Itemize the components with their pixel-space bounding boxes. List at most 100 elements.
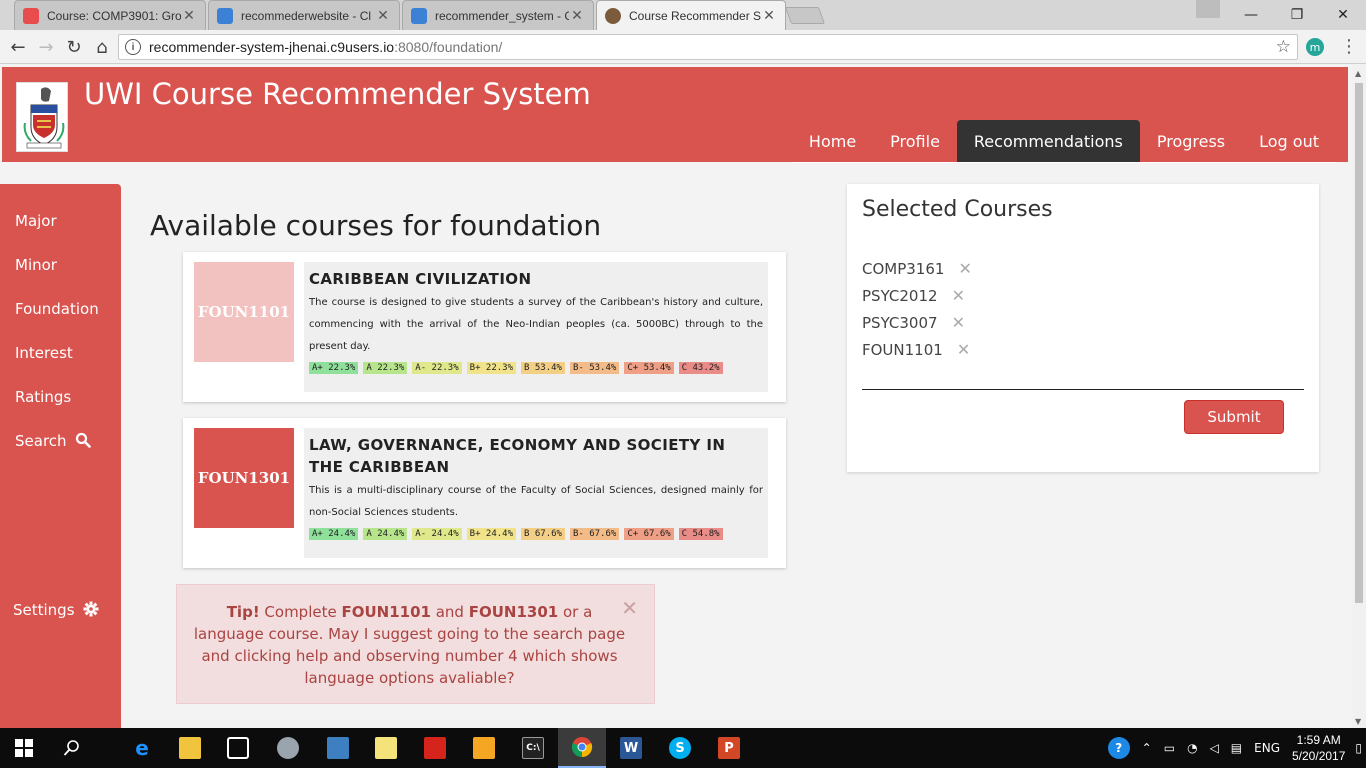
scrollbar-thumb[interactable] <box>1355 83 1363 603</box>
terminal-icon[interactable]: C:\ <box>509 728 557 768</box>
close-icon[interactable]: ✕ <box>621 597 638 619</box>
app-icon[interactable] <box>264 728 312 768</box>
acrobat-icon[interactable] <box>411 728 459 768</box>
bookmark-star-icon[interactable]: ☆ <box>1276 37 1291 57</box>
scroll-down-arrow-icon[interactable]: ▼ <box>1355 717 1361 726</box>
sidebar-item-label: Ratings <box>15 388 72 406</box>
sticky-notes-icon[interactable] <box>362 728 410 768</box>
reload-icon[interactable]: ↻ <box>62 35 86 59</box>
grade-badge: B+ 24.4% <box>466 528 517 540</box>
back-arrow-icon[interactable]: ← <box>6 35 30 59</box>
sidebar-item-label: Major <box>15 212 57 230</box>
app-icon[interactable] <box>314 728 362 768</box>
chrome-icon[interactable] <box>558 728 606 768</box>
close-icon[interactable]: ✕ <box>1320 0 1366 30</box>
selected-course-item: PSYC3007 ✕ <box>862 313 965 332</box>
sidebar-item-foundation[interactable]: Foundation <box>15 300 99 318</box>
user-profile-icon[interactable] <box>1196 0 1220 18</box>
course-card-foun1301[interactable]: FOUN1301 LAW, GOVERNANCE, ECONOMY AND SO… <box>183 418 786 568</box>
file-explorer-icon[interactable] <box>166 728 214 768</box>
tab-close-icon[interactable]: ✕ <box>761 8 777 24</box>
battery-icon[interactable]: ▭ <box>1164 741 1175 755</box>
tip-alert: ✕ Tip! Complete FOUN1101 and FOUN1301 or… <box>176 584 655 704</box>
remove-icon[interactable]: ✕ <box>957 340 970 359</box>
windows-start-icon[interactable] <box>0 728 48 768</box>
action-center-icon[interactable]: ▯ <box>1355 741 1362 755</box>
address-bar[interactable]: i recommender-system-jhenai.c9users.io:8… <box>118 34 1298 60</box>
sidebar-item-ratings[interactable]: Ratings <box>15 388 71 406</box>
selected-course-code: PSYC3007 <box>862 314 938 332</box>
selected-course-code: FOUN1101 <box>862 341 943 359</box>
nav-recommendations[interactable]: Recommendations <box>956 120 1140 162</box>
info-icon[interactable]: i <box>125 39 141 55</box>
clock[interactable]: 1:59 AM 5/20/2017 <box>1292 732 1345 764</box>
sidebar-item-major[interactable]: Major <box>15 212 57 230</box>
language-indicator[interactable]: ENG <box>1254 741 1280 755</box>
course-title: LAW, GOVERNANCE, ECONOMY AND SOCIETY IN … <box>309 436 726 476</box>
volume-icon[interactable]: ◁ <box>1210 741 1219 755</box>
store-icon[interactable] <box>214 728 262 768</box>
browser-tab-4[interactable]: Course Recommender Sy ✕ <box>596 0 786 31</box>
browser-toolbar: ← → ↻ ⌂ i recommender-system-jhenai.c9us… <box>0 30 1366 64</box>
remove-icon[interactable]: ✕ <box>952 286 965 305</box>
sidebar-item-minor[interactable]: Minor <box>15 256 57 274</box>
grade-badge: B- 53.4% <box>569 362 620 374</box>
sidebar-item-settings[interactable]: Settings <box>13 601 99 619</box>
grade-distribution: A+ 22.3% A 22.3% A- 22.3% B+ 22.3% B 53.… <box>309 362 763 374</box>
remove-icon[interactable]: ✕ <box>952 313 965 332</box>
apps-grid-icon[interactable] <box>460 728 508 768</box>
tab-close-icon[interactable]: ✕ <box>181 8 197 24</box>
browser-tab-2[interactable]: recommederwebsite - Cl ✕ <box>208 0 400 30</box>
browser-tab-1[interactable]: Course: COMP3901: Gro ✕ <box>14 0 206 30</box>
course-code-badge[interactable]: FOUN1101 <box>194 262 294 362</box>
site-title: UWI Course Recommender System <box>84 77 591 111</box>
selected-course-code: PSYC2012 <box>862 287 938 305</box>
help-icon[interactable]: ? <box>1107 737 1130 759</box>
page-scrollbar[interactable]: ▲ ▼ <box>1352 65 1366 728</box>
sidebar-item-label: Interest <box>15 344 73 362</box>
sidebar-item-label: Minor <box>15 256 57 274</box>
panel-title: Selected Courses <box>862 197 1053 222</box>
restore-icon[interactable]: ❐ <box>1274 0 1320 30</box>
divider <box>862 389 1304 390</box>
search-icon[interactable] <box>48 728 96 768</box>
uwi-crest-logo[interactable] <box>16 82 68 152</box>
extension-icon[interactable]: m <box>1306 38 1324 56</box>
tab-title: recommederwebsite - Cl <box>241 8 372 23</box>
notifications-icon[interactable]: ▤ <box>1231 741 1242 755</box>
nav-home[interactable]: Home <box>792 120 873 162</box>
submit-button[interactable]: Submit <box>1184 400 1284 434</box>
sidebar-item-label: Settings <box>13 601 75 619</box>
nav-profile[interactable]: Profile <box>873 120 957 162</box>
main-nav: Home Profile Recommendations Progress Lo… <box>791 120 1336 163</box>
home-icon[interactable]: ⌂ <box>90 35 114 59</box>
browser-tab-3[interactable]: recommender_system - C ✕ <box>402 0 594 30</box>
moodle-favicon-icon <box>23 7 39 24</box>
tab-close-icon[interactable]: ✕ <box>375 8 391 24</box>
edge-browser-icon[interactable]: e <box>118 728 166 768</box>
grade-badge: B 53.4% <box>521 362 565 374</box>
course-card-foun1101[interactable]: FOUN1101 CARIBBEAN CIVILIZATION The cour… <box>183 252 786 402</box>
nav-progress[interactable]: Progress <box>1140 120 1242 162</box>
browser-menu-icon[interactable]: ⋮ <box>1340 36 1358 57</box>
tip-prefix: Tip! <box>226 603 260 621</box>
wifi-icon[interactable]: ◔ <box>1187 741 1197 755</box>
nav-logout[interactable]: Log out <box>1242 120 1336 162</box>
remove-icon[interactable]: ✕ <box>958 259 971 278</box>
powerpoint-icon[interactable]: P <box>705 728 753 768</box>
word-icon[interactable]: W <box>607 728 655 768</box>
scroll-up-arrow-icon[interactable]: ▲ <box>1355 69 1361 78</box>
minimize-icon[interactable]: — <box>1228 0 1274 30</box>
new-tab-button[interactable] <box>784 7 826 24</box>
url-host: recommender-system-jhenai.c9users.io <box>149 39 395 55</box>
grade-distribution: A+ 24.4% A 24.4% A- 24.4% B+ 24.4% B 67.… <box>309 528 763 540</box>
course-code-badge[interactable]: FOUN1301 <box>194 428 294 528</box>
forward-arrow-icon[interactable]: → <box>34 35 58 59</box>
tab-close-icon[interactable]: ✕ <box>569 8 585 24</box>
chevron-up-icon[interactable]: ⌃ <box>1142 741 1152 755</box>
grade-badge: C 54.8% <box>678 528 723 540</box>
sidebar-item-interest[interactable]: Interest <box>15 344 73 362</box>
skype-icon[interactable]: S <box>656 728 704 768</box>
sidebar-item-search[interactable]: Search <box>15 432 92 450</box>
taskbar: e C:\ W S P ? ⌃ ▭ ◔ ◁ ▤ ENG 1:59 AM 5/20… <box>0 728 1366 768</box>
